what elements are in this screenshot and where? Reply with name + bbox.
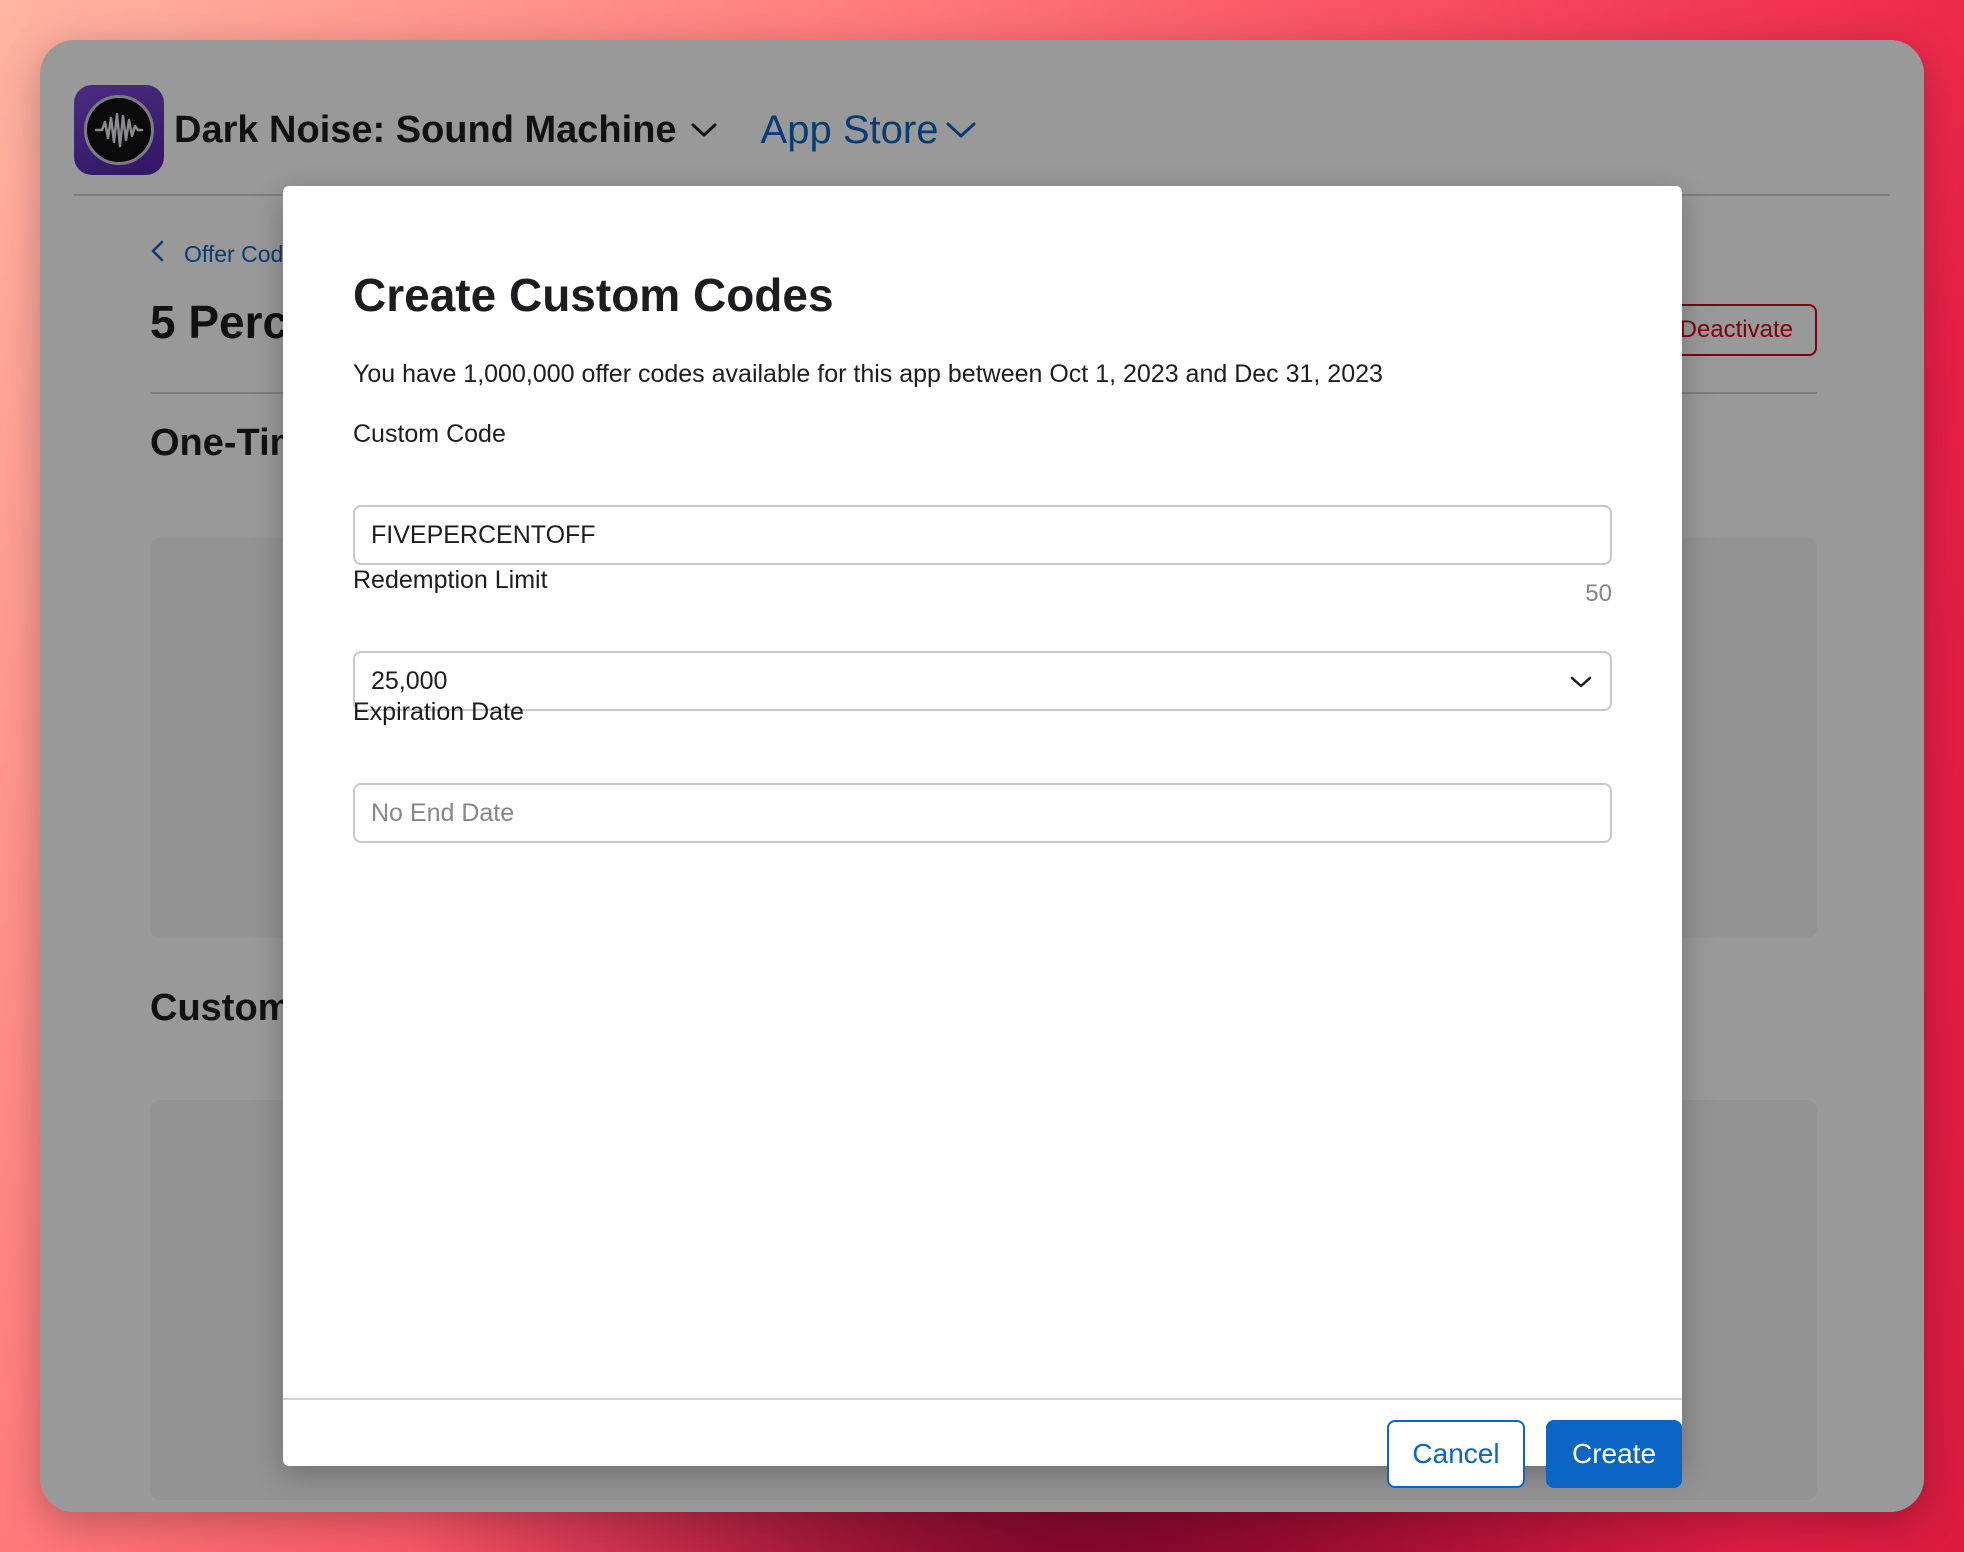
- expiration-date-input[interactable]: [353, 783, 1612, 843]
- redemption-limit-select[interactable]: 25,000: [353, 651, 1612, 711]
- redemption-limit-value: 25,000: [371, 666, 448, 695]
- create-button[interactable]: Create: [1546, 1420, 1682, 1488]
- dialog-title: Create Custom Codes: [353, 269, 834, 321]
- cancel-button[interactable]: Cancel: [1387, 1420, 1525, 1488]
- character-counter: 50: [1585, 580, 1612, 607]
- create-custom-codes-dialog: Create Custom Codes You have 1,000,000 o…: [283, 186, 1682, 1488]
- redemption-limit-label: Redemption Limit: [353, 566, 548, 594]
- expiration-date-label: Expiration Date: [353, 698, 524, 726]
- dialog-footer-divider: [283, 1398, 1682, 1400]
- chevron-down-icon: [1570, 667, 1592, 696]
- app-window: Dark Noise: Sound Machine App Store Offe…: [40, 40, 1924, 1512]
- custom-code-label: Custom Code: [353, 420, 506, 448]
- dialog-description: You have 1,000,000 offer codes available…: [353, 360, 1383, 388]
- custom-code-input[interactable]: [353, 505, 1612, 565]
